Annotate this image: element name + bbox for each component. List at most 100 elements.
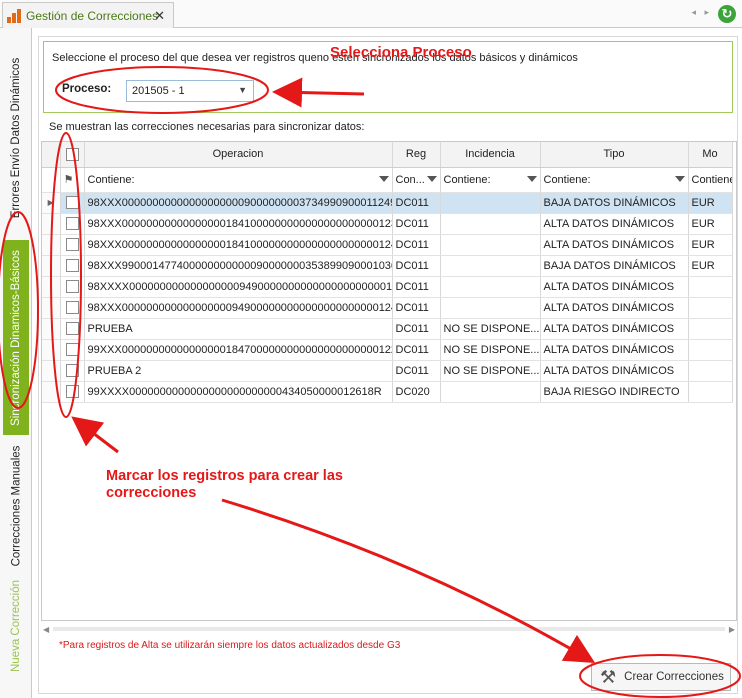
cell-reg[interactable]: DC011	[392, 276, 441, 298]
cell-mo[interactable]	[688, 381, 733, 403]
cell-tipo[interactable]: ALTA DATOS DINÁMICOS	[540, 234, 689, 256]
header-select-all[interactable]	[60, 142, 85, 168]
cell-mo[interactable]: EUR	[688, 255, 733, 277]
row-checkbox-cell[interactable]	[60, 255, 85, 277]
scroll-track[interactable]	[53, 627, 725, 631]
tab-scroll-arrows[interactable]: ◂ ▸	[691, 7, 712, 18]
scroll-left-icon[interactable]: ◀	[43, 625, 49, 634]
cell-incidencia[interactable]	[440, 297, 541, 319]
cell-incidencia[interactable]: NO SE DISPONE...	[440, 318, 541, 340]
cell-incidencia[interactable]	[440, 381, 541, 403]
cell-incidencia[interactable]	[440, 255, 541, 277]
cell-reg[interactable]: DC011	[392, 234, 441, 256]
horizontal-scrollbar[interactable]: ◀ ▶	[41, 623, 737, 635]
cell-reg[interactable]: DC011	[392, 213, 441, 235]
cell-operacion[interactable]: 98XXXX0000000000000000009490000000000000…	[84, 276, 393, 298]
cell-mo[interactable]: EUR	[688, 213, 733, 235]
row-checkbox[interactable]	[65, 280, 79, 293]
cell-tipo[interactable]: BAJA DATOS DINÁMICOS	[540, 192, 689, 214]
row-checkbox-cell[interactable]	[60, 234, 85, 256]
row-checkbox[interactable]	[65, 385, 79, 398]
select-all-checkbox[interactable]	[65, 147, 79, 161]
table-row[interactable]: PRUEBA DC011 NO SE DISPONE... ALTA DATOS DI…	[42, 318, 733, 340]
row-checkbox-cell[interactable]	[60, 339, 85, 361]
table-row[interactable]: ▶ 98XXX0000000000000000000090000000037349…	[42, 192, 733, 214]
cell-operacion[interactable]: 98XXX00000000000000000184100000000000000…	[84, 234, 393, 256]
cell-mo[interactable]	[688, 339, 733, 361]
cell-mo[interactable]	[688, 360, 733, 382]
tab-correcciones-manuales[interactable]: Correcciones Manuales	[3, 438, 29, 573]
column-header-reg[interactable]: Reg	[392, 142, 441, 168]
filter-tipo[interactable]: Contiene:	[540, 167, 689, 193]
cell-mo[interactable]: EUR	[688, 234, 733, 256]
cell-reg[interactable]: DC020	[392, 381, 441, 403]
row-checkbox-cell[interactable]	[60, 192, 85, 214]
row-checkbox[interactable]	[65, 343, 79, 356]
row-checkbox-cell[interactable]	[60, 297, 85, 319]
table-row[interactable]: 99XXX00000000000000000184700000000000000…	[42, 339, 733, 361]
cell-mo[interactable]: EUR	[688, 192, 733, 214]
cell-tipo[interactable]: BAJA DATOS DINÁMICOS	[540, 255, 689, 277]
cell-tipo[interactable]: ALTA DATOS DINÁMICOS	[540, 318, 689, 340]
cell-incidencia[interactable]	[440, 213, 541, 235]
tab-nueva-correccion[interactable]: Nueva Corrección	[3, 576, 29, 676]
cell-reg[interactable]: DC011	[392, 255, 441, 277]
column-header-operacion[interactable]: Operacion	[84, 142, 393, 168]
cell-operacion[interactable]: 99XXX00000000000000000184700000000000000…	[84, 339, 393, 361]
table-row[interactable]: 98XXX99000147740000000000009000000035389…	[42, 255, 733, 277]
row-checkbox-cell[interactable]	[60, 318, 85, 340]
cell-operacion[interactable]: 98XXX00000000000000000184100000000000000…	[84, 213, 393, 235]
cell-mo[interactable]	[688, 297, 733, 319]
table-row[interactable]: 98XXXX0000000000000000009490000000000000…	[42, 276, 733, 298]
cell-operacion[interactable]: 98XXX99000147740000000000009000000035389…	[84, 255, 393, 277]
table-row[interactable]: 98XXX00000000000000000184100000000000000…	[42, 213, 733, 235]
row-checkbox[interactable]	[65, 301, 79, 314]
crear-correcciones-button[interactable]: ⚒ Crear Correcciones	[591, 663, 731, 691]
scroll-right-icon[interactable]: ▶	[729, 625, 735, 634]
tab-sincronizacion[interactable]: Sincronización Dinamicos-Básicos	[3, 240, 29, 435]
cell-operacion[interactable]: 99XXXX0000000000000000000000000434050000…	[84, 381, 393, 403]
proceso-dropdown[interactable]: 201505 - 1 ▼	[126, 80, 254, 102]
tab-gestion-correcciones[interactable]: Gestión de Correcciones ✕	[2, 2, 174, 28]
cell-tipo[interactable]: ALTA DATOS DINÁMICOS	[540, 297, 689, 319]
cell-operacion[interactable]: 98XXX00000000000000000094900000000000000…	[84, 297, 393, 319]
table-row[interactable]: 98XXX00000000000000000094900000000000000…	[42, 297, 733, 319]
cell-tipo[interactable]: ALTA DATOS DINÁMICOS	[540, 213, 689, 235]
row-checkbox[interactable]	[65, 322, 79, 335]
row-checkbox-cell[interactable]	[60, 360, 85, 382]
column-header-incidencia[interactable]: Incidencia	[440, 142, 541, 168]
table-row[interactable]: PRUEBA 2 DC011 NO SE DISPONE... ALTA DATOS …	[42, 360, 733, 382]
cell-mo[interactable]	[688, 318, 733, 340]
table-row[interactable]: 99XXXX0000000000000000000000000434050000…	[42, 381, 733, 403]
cell-reg[interactable]: DC011	[392, 192, 441, 214]
funnel-icon[interactable]	[526, 175, 537, 182]
cell-mo[interactable]	[688, 276, 733, 298]
cell-incidencia[interactable]: NO SE DISPONE...	[440, 360, 541, 382]
cell-tipo[interactable]: ALTA DATOS DINÁMICOS	[540, 339, 689, 361]
filter-incidencia[interactable]: Contiene:	[440, 167, 541, 193]
row-checkbox[interactable]	[65, 196, 79, 209]
row-checkbox-cell[interactable]	[60, 276, 85, 298]
filter-reg[interactable]: Con...	[392, 167, 441, 193]
funnel-icon[interactable]	[378, 175, 389, 182]
row-checkbox-cell[interactable]	[60, 381, 85, 403]
cell-incidencia[interactable]	[440, 234, 541, 256]
cell-tipo[interactable]: ALTA DATOS DINÁMICOS	[540, 276, 689, 298]
column-header-tipo[interactable]: Tipo	[540, 142, 689, 168]
filter-select-cell[interactable]: ⚑	[60, 167, 85, 193]
cell-incidencia[interactable]: NO SE DISPONE...	[440, 339, 541, 361]
funnel-icon[interactable]	[426, 175, 437, 182]
cell-tipo[interactable]: ALTA DATOS DINÁMICOS	[540, 360, 689, 382]
cell-operacion[interactable]: PRUEBA 2	[84, 360, 393, 382]
close-icon[interactable]: ✕	[154, 8, 165, 24]
row-checkbox[interactable]	[65, 238, 79, 251]
funnel-icon[interactable]	[674, 175, 685, 182]
cell-reg[interactable]: DC011	[392, 360, 441, 382]
cell-reg[interactable]: DC011	[392, 297, 441, 319]
cell-operacion[interactable]: 98XXX00000000000000000000900000000373499…	[84, 192, 393, 214]
tab-errores-envio[interactable]: Errores Envío Datos Dinámicos	[3, 38, 29, 238]
cell-tipo[interactable]: BAJA RIESGO INDIRECTO	[540, 381, 689, 403]
cell-operacion[interactable]: PRUEBA	[84, 318, 393, 340]
row-checkbox[interactable]	[65, 364, 79, 377]
row-checkbox[interactable]	[65, 259, 79, 272]
